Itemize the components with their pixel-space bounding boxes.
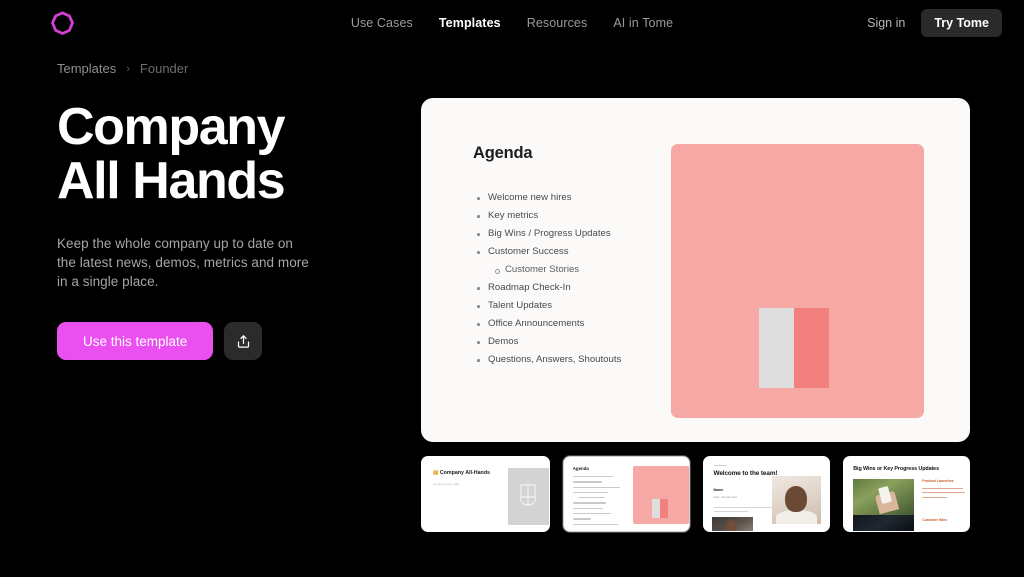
template-preview-panel: Agenda Welcome new hires Key metrics Big…	[362, 98, 970, 532]
thumbnail-bullets	[922, 488, 969, 498]
line	[572, 502, 607, 504]
thumbnail-secondary-photo	[711, 517, 753, 531]
thumbnail-subtitle-secondary: Customer Wins	[922, 518, 948, 522]
nav-link-resources[interactable]: Resources	[527, 16, 588, 30]
thumbnail-photo	[853, 479, 915, 517]
thumbnail-image	[507, 468, 549, 525]
slide-figure-image	[671, 144, 924, 418]
thumbnail-figure	[632, 466, 689, 524]
line	[922, 496, 947, 498]
tome-logo[interactable]	[40, 1, 84, 45]
abstract-shape-icon	[519, 484, 537, 506]
thumbnail-text: ▮▮ Company All-Hands Company Day, Date	[433, 470, 502, 531]
thumbnail-title: Big Wins or Key Progress Updates	[853, 466, 939, 472]
tome-logo-icon	[50, 10, 74, 35]
nav-link-ai-in-tome[interactable]: AI in Tome	[613, 16, 673, 30]
list-item: Welcome new hires	[473, 189, 637, 207]
slide-title: Agenda	[473, 144, 533, 162]
thumbnail-photo-secondary	[853, 515, 915, 531]
thumbnail-title-row: ▮▮ Company All-Hands	[433, 470, 502, 476]
list-item: Roadmap Check-In	[473, 279, 637, 297]
list-item: Office Announcements	[473, 315, 637, 333]
nav-link-templates[interactable]: Templates	[439, 16, 501, 30]
slide-thumbnail-strip: ▮▮ Company All-Hands Company Day, Date A…	[421, 456, 970, 532]
thumbnail-portrait-photo	[772, 476, 822, 524]
list-item: Questions, Answers, Shoutouts	[473, 351, 637, 369]
figure-bar-light	[759, 308, 794, 388]
thumbnail-text: Product Launches	[922, 479, 969, 517]
thumbnail-title-slide[interactable]: ▮▮ Company All-Hands Company Day, Date	[421, 456, 550, 532]
nav-link-use-cases[interactable]: Use Cases	[351, 16, 413, 30]
list-item: Customer Stories	[473, 261, 637, 279]
cta-row: Use this template	[57, 322, 362, 360]
portrait-face	[725, 520, 737, 531]
sign-in-link[interactable]: Sign in	[867, 16, 905, 30]
breadcrumb-founder: Founder	[139, 61, 189, 76]
figure-bar-light	[651, 499, 660, 518]
line	[572, 481, 602, 483]
chevron-right-icon: ›	[126, 62, 130, 75]
thumbnail-agenda-slide[interactable]: Agenda	[562, 456, 690, 532]
list-item: Key metrics	[473, 207, 637, 225]
eyebrow-rule	[713, 465, 726, 467]
share-icon	[237, 334, 249, 348]
line	[572, 491, 609, 494]
page-title: Company All Hands	[57, 98, 286, 210]
share-button[interactable]	[224, 322, 263, 360]
breadcrumb: Templates › Founder	[0, 46, 1024, 76]
portrait-body	[776, 510, 818, 524]
line	[572, 476, 613, 478]
thumbnail-body: Product Launches	[853, 479, 969, 517]
breadcrumb-templates[interactable]: Templates	[57, 61, 116, 76]
line	[922, 492, 966, 494]
slide-preview[interactable]: Agenda Welcome new hires Key metrics Big…	[421, 98, 970, 442]
agenda-list: Welcome new hires Key metrics Big Wins /…	[473, 189, 637, 369]
thumbnail-big-wins-slide[interactable]: Big Wins or Key Progress Updates Product…	[843, 456, 970, 532]
list-item: Demos	[473, 333, 637, 351]
line	[713, 511, 749, 513]
portrait-face	[785, 486, 808, 512]
use-this-template-button[interactable]: Use this template	[57, 322, 214, 360]
list-item: Talent Updates	[473, 297, 637, 315]
thumbnail-lines	[572, 476, 627, 525]
primary-nav-links: Use Cases Templates Resources AI in Tome	[351, 16, 673, 30]
template-info-panel: Company All Hands Keep the whole company…	[57, 98, 362, 532]
thumbnail-title: Agenda	[572, 466, 589, 471]
line	[572, 523, 618, 525]
top-navigation-bar: Use Cases Templates Resources AI in Tome…	[0, 0, 1024, 46]
try-tome-button[interactable]: Try Tome	[921, 9, 1002, 37]
line	[572, 507, 603, 510]
page-description: Keep the whole company up to date on the…	[57, 236, 309, 289]
line	[572, 513, 612, 515]
decor-dots-icon: ▮▮	[433, 470, 438, 476]
figure-bar-dark	[794, 308, 829, 388]
line	[922, 488, 964, 489]
figure-bar-dark	[659, 499, 668, 518]
thumbnail-welcome-slide[interactable]: Welcome to the team! Name Role, Departme…	[702, 456, 831, 532]
nav-actions: Sign in Try Tome	[867, 9, 1002, 37]
thumbnail-title: Company All-Hands	[439, 470, 490, 476]
thumbnail-text: Agenda	[572, 466, 627, 531]
main-content: Company All Hands Keep the whole company…	[0, 76, 1024, 532]
line	[578, 497, 605, 499]
line	[572, 486, 621, 488]
thumbnail-subtitle: Product Launches	[922, 479, 954, 483]
line	[572, 518, 592, 520]
list-item: Customer Success	[473, 243, 637, 261]
thumbnail-subtitle: Company Day, Date	[433, 482, 460, 486]
list-item: Big Wins / Progress Updates	[473, 225, 637, 243]
slide-text-column: Agenda Welcome new hires Key metrics Big…	[473, 144, 637, 402]
